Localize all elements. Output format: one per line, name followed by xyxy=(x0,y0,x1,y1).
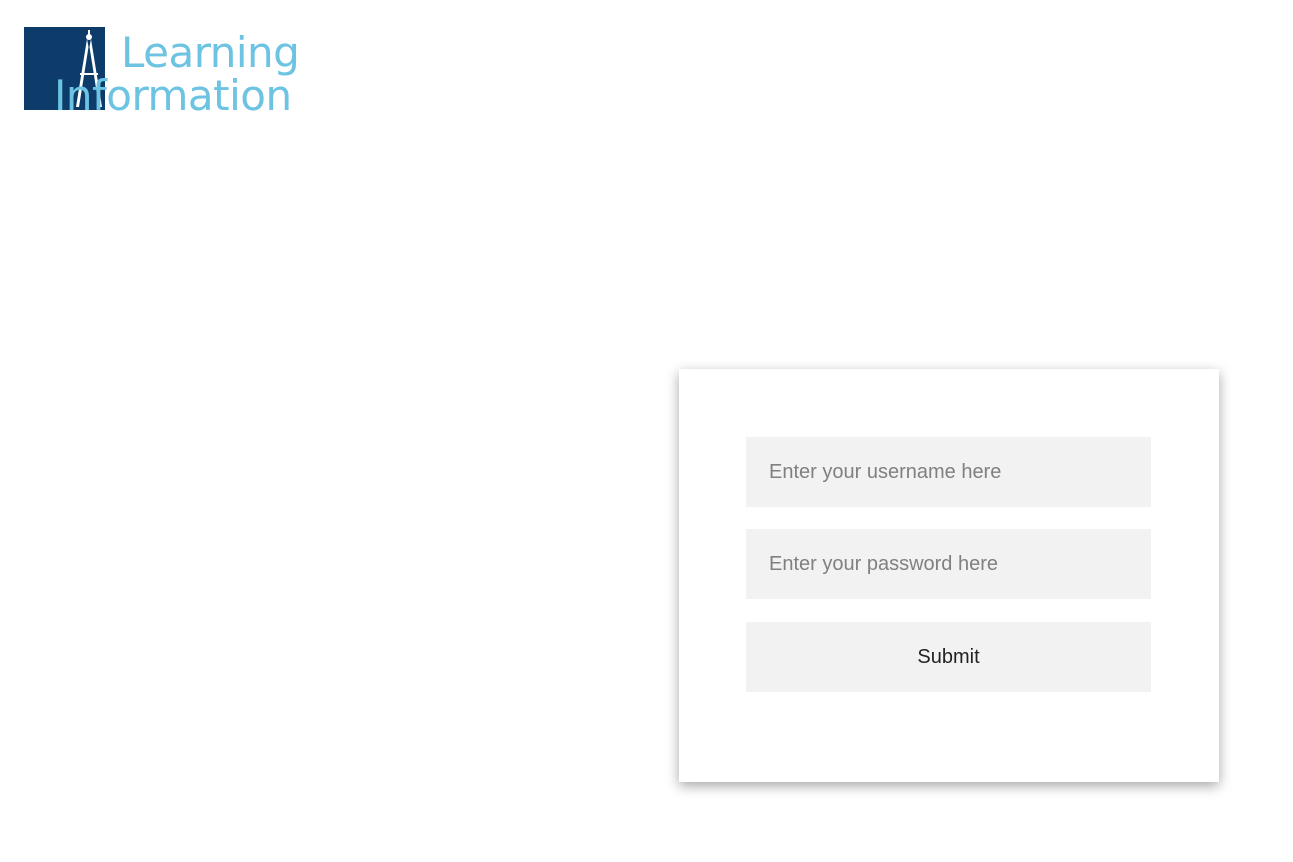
username-input[interactable] xyxy=(746,437,1151,507)
logo-text-learning: Learning xyxy=(121,28,300,77)
logo-text-information: Information xyxy=(54,71,292,120)
page: Learning Information Submit xyxy=(0,0,1293,862)
submit-button[interactable]: Submit xyxy=(746,622,1151,692)
password-input[interactable] xyxy=(746,529,1151,599)
logo: Learning Information xyxy=(24,27,304,117)
login-card: Submit xyxy=(679,369,1219,782)
